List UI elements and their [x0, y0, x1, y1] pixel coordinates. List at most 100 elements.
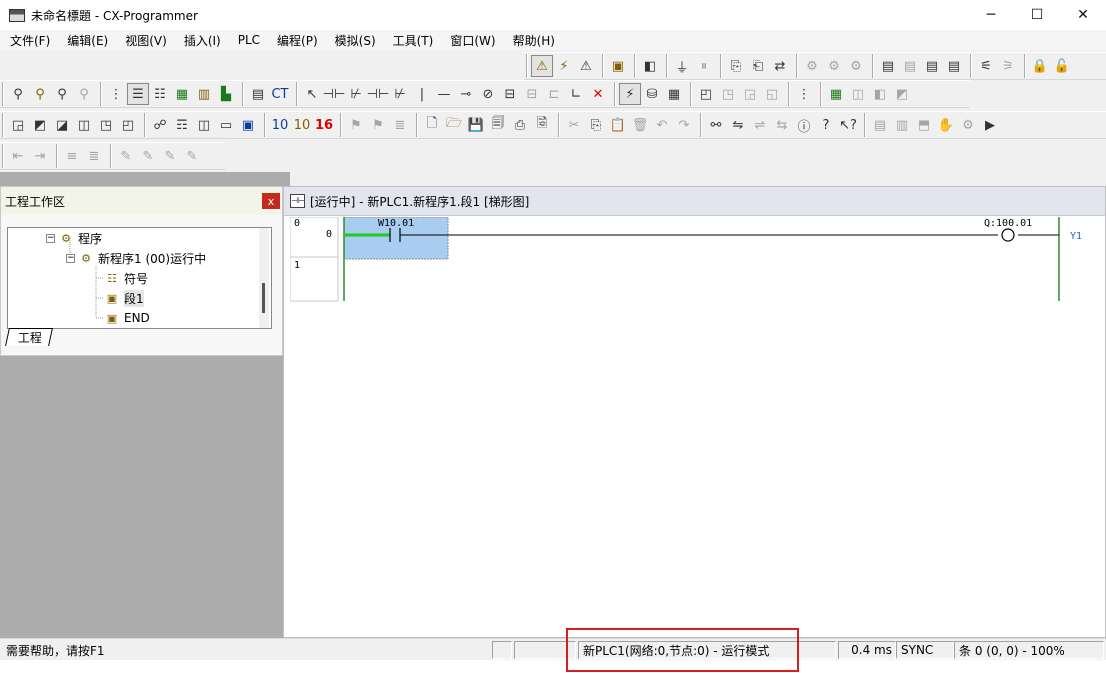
- watch-icon[interactable]: ☍: [149, 114, 171, 136]
- indent-icon[interactable]: ⇤: [7, 145, 29, 167]
- grid-icon[interactable]: ⋮: [105, 83, 127, 105]
- vertical-line-icon[interactable]: |: [411, 83, 433, 105]
- bookmark-icon[interactable]: ⚑: [345, 114, 367, 136]
- menu-tools[interactable]: 工具(T): [383, 32, 441, 49]
- step-icon[interactable]: ⋮: [793, 83, 815, 105]
- misc-4-icon[interactable]: ✋: [935, 114, 957, 136]
- copy-icon[interactable]: ⎘: [585, 114, 607, 136]
- window-3-icon[interactable]: ◪: [51, 114, 73, 136]
- misc-5-icon[interactable]: ⚙: [957, 114, 979, 136]
- force-cancel-icon[interactable]: ⚙: [845, 55, 867, 77]
- io-table-icon[interactable]: ▦: [171, 83, 193, 105]
- select-pointer-icon[interactable]: ↖: [301, 83, 323, 105]
- coil-nc-icon[interactable]: ⊘: [477, 83, 499, 105]
- decimal-display-icon[interactable]: 10: [269, 114, 291, 136]
- contact-nc-icon[interactable]: ⊬: [345, 83, 367, 105]
- menu-simulation[interactable]: 模拟(S): [325, 32, 383, 49]
- pause-icon[interactable]: ⏸: [693, 55, 715, 77]
- online-edit-icon[interactable]: ⚟: [975, 55, 997, 77]
- find-address-icon[interactable]: ⇌: [749, 114, 771, 136]
- warning-icon[interactable]: ⚠: [531, 55, 553, 77]
- symbol-window-icon[interactable]: ▣: [237, 114, 259, 136]
- line-connect-icon[interactable]: ∟: [565, 83, 587, 105]
- undo-icon[interactable]: ↶: [651, 114, 673, 136]
- properties-icon[interactable]: ◰: [117, 114, 139, 136]
- window-2-icon[interactable]: ◩: [29, 114, 51, 136]
- contact-or-nc-icon[interactable]: ⊬: [389, 83, 411, 105]
- maximize-button[interactable]: ☐: [1014, 0, 1060, 30]
- menu-program[interactable]: 编程(P): [267, 32, 325, 49]
- replace-icon[interactable]: ⇋: [727, 114, 749, 136]
- tree-scroll-thumb[interactable]: [262, 283, 265, 313]
- force-off-icon[interactable]: ⚙: [823, 55, 845, 77]
- close-button[interactable]: ✕: [1060, 0, 1106, 30]
- new-file-icon[interactable]: 🗋: [421, 114, 443, 136]
- signed-decimal-icon[interactable]: 10: [291, 114, 313, 136]
- unlock-icon[interactable]: 🔓: [1051, 55, 1073, 77]
- scroll-right-icon[interactable]: ▶: [979, 114, 1001, 136]
- sim-stop-icon[interactable]: ◧: [869, 83, 891, 105]
- outdent-icon[interactable]: ⇥: [29, 145, 51, 167]
- print-icon[interactable]: ⎙: [509, 114, 531, 136]
- pt-contact-icon[interactable]: ⊟: [521, 83, 543, 105]
- redo-icon[interactable]: ↷: [673, 114, 695, 136]
- time-chart-icon[interactable]: ▤: [943, 55, 965, 77]
- project-panel-close-button[interactable]: x: [262, 193, 280, 209]
- contact-no-icon[interactable]: ⊣⊢: [323, 83, 346, 105]
- delete-icon[interactable]: 🗑: [629, 114, 651, 136]
- fb-delete-icon[interactable]: ◱: [761, 83, 783, 105]
- lock-icon[interactable]: 🔒: [1029, 55, 1051, 77]
- download-icon[interactable]: ⎘: [725, 55, 747, 77]
- menu-insert[interactable]: 插入(I): [174, 32, 228, 49]
- online-simulator-icon[interactable]: ⚠: [575, 55, 597, 77]
- bookmark-next2-icon[interactable]: ✎: [159, 145, 181, 167]
- help-icon[interactable]: ?: [815, 114, 837, 136]
- fb-icon[interactable]: ◰: [695, 83, 717, 105]
- save-icon[interactable]: 💾: [465, 114, 487, 136]
- bookmark-next-icon[interactable]: ⚑: [367, 114, 389, 136]
- compile-icon[interactable]: ⚡: [619, 83, 641, 105]
- rung-icon[interactable]: ≣: [389, 114, 411, 136]
- misc-2-icon[interactable]: ▥: [891, 114, 913, 136]
- horizontal-line-icon[interactable]: —: [433, 83, 455, 105]
- project-tree-icon[interactable]: ▙: [215, 83, 237, 105]
- minimize-button[interactable]: ─: [968, 0, 1014, 30]
- fb-check-icon[interactable]: ◲: [739, 83, 761, 105]
- bookmark-set-icon[interactable]: ✎: [115, 145, 137, 167]
- coil-icon[interactable]: ⊸: [455, 83, 477, 105]
- open-folder-icon[interactable]: 🗁: [443, 114, 465, 136]
- program-check-icon[interactable]: ▦: [663, 83, 685, 105]
- sim-pause-icon[interactable]: ◫: [847, 83, 869, 105]
- menu-help[interactable]: 帮助(H): [503, 32, 562, 49]
- symbol-table-icon[interactable]: ▤: [247, 83, 269, 105]
- menu-edit[interactable]: 编辑(E): [57, 32, 115, 49]
- uncomment-icon[interactable]: ≣: [83, 145, 105, 167]
- tree-scrollbar[interactable]: [259, 228, 269, 328]
- pt-coil-icon[interactable]: ⊏: [543, 83, 565, 105]
- instruction-icon[interactable]: ⊟: [499, 83, 521, 105]
- monitor-icon[interactable]: ▤: [877, 55, 899, 77]
- page-preview-icon[interactable]: 🗟: [531, 114, 553, 136]
- menu-view[interactable]: 视图(V): [115, 32, 174, 49]
- comment-view-icon[interactable]: ☰: [127, 83, 149, 105]
- menu-file[interactable]: 文件(F): [0, 32, 57, 49]
- contact-or-icon[interactable]: ⊣⊢: [367, 83, 390, 105]
- output-window-icon[interactable]: ▭: [215, 114, 237, 136]
- window-5-icon[interactable]: ◳: [95, 114, 117, 136]
- memory-icon[interactable]: ▥: [193, 83, 215, 105]
- output-coil[interactable]: [1001, 228, 1015, 242]
- memory-view-icon[interactable]: ◫: [193, 114, 215, 136]
- run-icon[interactable]: ⏚: [671, 55, 693, 77]
- ladder-canvas[interactable]: 0 0 1 W10.01 Q:100.01 Y1: [290, 217, 1103, 637]
- transfer-icon[interactable]: ▣: [607, 55, 629, 77]
- address-ref-icon[interactable]: ☶: [171, 114, 193, 136]
- data-trace-icon[interactable]: ▤: [921, 55, 943, 77]
- zoom-in-icon[interactable]: ⚲: [29, 83, 51, 105]
- comment-icon[interactable]: ≡: [61, 145, 83, 167]
- misc-3-icon[interactable]: ⬒: [913, 114, 935, 136]
- zoom-fit-icon[interactable]: ⚲: [51, 83, 73, 105]
- zoom-icon[interactable]: ⚲: [7, 83, 29, 105]
- bookmark-prev-icon[interactable]: ✎: [137, 145, 159, 167]
- online-connect-icon[interactable]: ⚡: [553, 55, 575, 77]
- compare-icon[interactable]: ⇄: [769, 55, 791, 77]
